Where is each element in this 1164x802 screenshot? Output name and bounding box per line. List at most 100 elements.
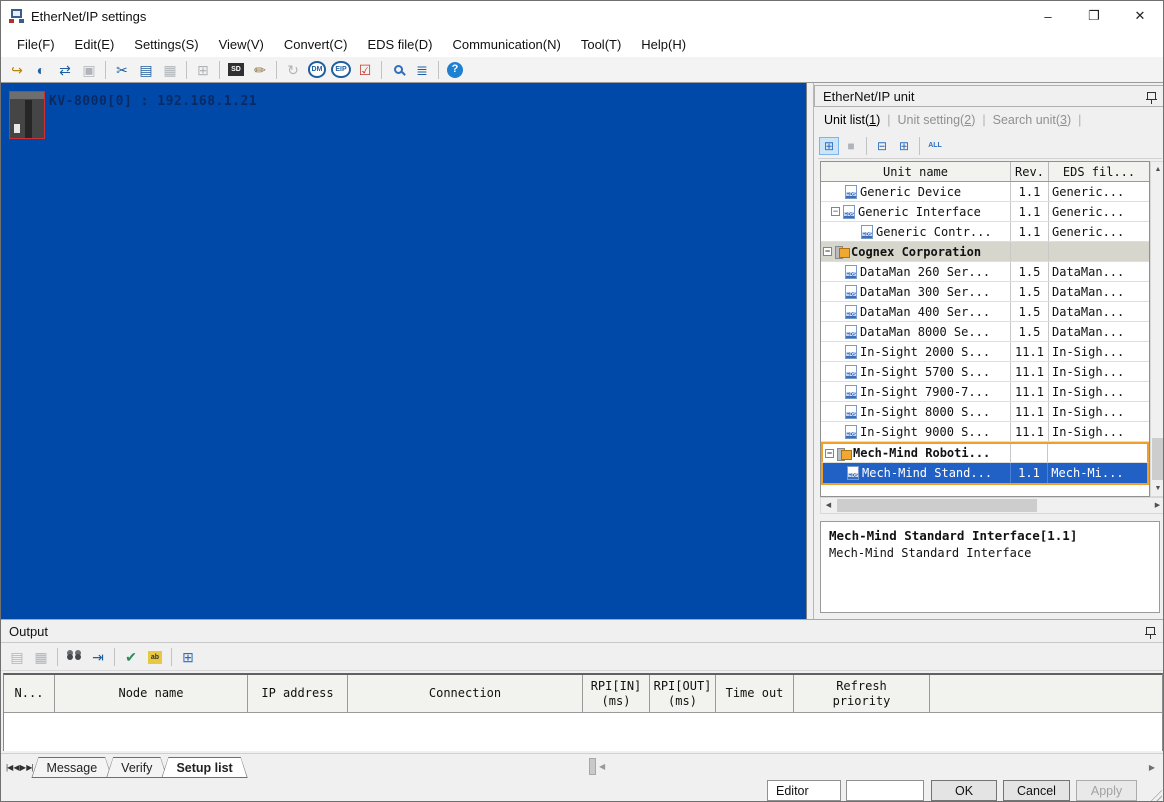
import-unit-icon[interactable]: ↪ <box>6 60 28 80</box>
output-horizontal-scrollbar[interactable]: ◀ <box>589 758 605 775</box>
scroll-down-icon[interactable]: ▼ <box>1151 481 1164 496</box>
unit-row[interactable]: EDSIn-Sight 8000 S...11.1In-Sigh... <box>821 402 1149 422</box>
collapse-icon[interactable]: − <box>831 207 840 216</box>
minimize-button[interactable]: – <box>1025 1 1071 31</box>
menu-file[interactable]: File(F) <box>7 33 65 56</box>
collapse-tree-icon[interactable]: ⊟ <box>872 137 892 155</box>
output-column-rpi-in-[interactable]: RPI[IN] (ms) <box>583 675 650 712</box>
unit-row[interactable]: EDSDataMan 8000 Se...1.5DataMan... <box>821 322 1149 342</box>
output-column-refresh[interactable]: Refresh priority <box>794 675 930 712</box>
unit-row[interactable]: −Cognex Corporation <box>821 242 1149 262</box>
unit-row[interactable]: EDSIn-Sight 5700 S...11.1In-Sigh... <box>821 362 1149 382</box>
menu-view[interactable]: View(V) <box>209 33 274 56</box>
dm-rly-monitor-icon[interactable]: DM <box>306 60 328 80</box>
editor-button[interactable]: Editor <box>767 780 841 801</box>
menu-eds-file[interactable]: EDS file(D) <box>357 33 442 56</box>
scroll-up-icon[interactable]: ▲ <box>1151 162 1164 177</box>
unit-row[interactable]: EDSIn-Sight 2000 S...11.1In-Sigh... <box>821 342 1149 362</box>
unit-editor-canvas[interactable]: KV-8000[0] : 192.168.1.21 <box>1 83 807 619</box>
tab-setup-list[interactable]: Setup list <box>161 757 247 778</box>
jump-to-icon[interactable]: ⇥ <box>87 647 109 667</box>
eip-settings-icon[interactable]: EIP <box>330 60 352 80</box>
unit-name: DataMan 300 Ser... <box>860 285 990 299</box>
unit-config-list-icon[interactable]: ≣ <box>411 60 433 80</box>
scroll-left-icon[interactable]: ◀ <box>599 762 605 771</box>
ok-button[interactable]: OK <box>931 780 997 801</box>
unit-row[interactable]: EDSIn-Sight 7900-7...11.1In-Sigh... <box>821 382 1149 402</box>
tab-unit-list[interactable]: Unit list(1) <box>818 111 886 129</box>
pin-icon[interactable] <box>1147 92 1156 100</box>
transfer-unit-icon[interactable]: ⇄ <box>54 60 76 80</box>
find-icon[interactable] <box>63 647 85 667</box>
unit-row[interactable]: EDSDataMan 260 Ser...1.5DataMan... <box>821 262 1149 282</box>
column-rev[interactable]: Rev. <box>1011 162 1049 181</box>
unit-table-vertical-scrollbar[interactable]: ▲ ▼ <box>1150 161 1164 497</box>
collapse-icon[interactable]: − <box>825 449 834 458</box>
expand-tree-icon[interactable]: ⊞ <box>894 137 914 155</box>
batch-check-icon[interactable]: ab <box>144 647 166 667</box>
menu-settings[interactable]: Settings(S) <box>124 33 208 56</box>
output-grid-body[interactable] <box>4 713 1162 751</box>
scroll-right-icon[interactable]: ▶ <box>1149 763 1155 772</box>
sort-by-registration-icon[interactable]: ⊞ <box>819 137 839 155</box>
cancel-button[interactable]: Cancel <box>1003 780 1070 801</box>
expand-all-icon[interactable]: ALL <box>925 137 945 155</box>
apply-button: Apply <box>1076 780 1137 801</box>
resize-grip[interactable] <box>1148 788 1162 802</box>
tab-message[interactable]: Message <box>31 757 112 778</box>
vertical-scroll-thumb[interactable] <box>1152 438 1164 480</box>
maximize-button[interactable]: ❐ <box>1071 1 1117 31</box>
column-eds-file[interactable]: EDS fil... <box>1049 162 1149 181</box>
blank-field[interactable] <box>846 780 924 801</box>
output-column-blank[interactable] <box>930 675 1162 712</box>
unit-row[interactable]: EDSGeneric Device1.1Generic... <box>821 182 1149 202</box>
column-unit-name[interactable]: Unit name <box>821 162 1011 181</box>
horizontal-scroll-thumb[interactable] <box>837 499 1037 512</box>
tab-unit-setting[interactable]: Unit setting(2) <box>892 111 982 129</box>
close-button[interactable]: ✕ <box>1117 1 1163 31</box>
horizontal-scroll-thumb[interactable] <box>589 758 596 775</box>
copy-icon[interactable]: ▤ <box>135 60 157 80</box>
unit-row[interactable]: EDSIn-Sight 9000 S...11.1In-Sigh... <box>821 422 1149 442</box>
register-check-icon[interactable]: ✔ <box>120 647 142 667</box>
cut-icon[interactable]: ✂ <box>111 60 133 80</box>
output-column-n-[interactable]: N... <box>4 675 55 712</box>
output-column-node-name[interactable]: Node name <box>55 675 248 712</box>
help-icon[interactable]: ? <box>444 60 466 80</box>
pin-icon[interactable] <box>1146 627 1155 635</box>
eds-device-icon: EDS <box>845 185 857 199</box>
kv-8000-device-image[interactable] <box>9 91 45 139</box>
unit-row[interactable]: −Mech-Mind Roboti... <box>821 442 1149 463</box>
toolbar-separator <box>276 61 277 79</box>
menu-convert[interactable]: Convert(C) <box>274 33 358 56</box>
menu-communication[interactable]: Communication(N) <box>442 33 570 56</box>
scroll-left-icon[interactable]: ◀ <box>821 498 836 513</box>
eds-device-icon: EDS <box>845 345 857 359</box>
verify-icon[interactable]: ☑ <box>354 60 376 80</box>
menu-help[interactable]: Help(H) <box>631 33 696 56</box>
unit-row[interactable]: EDSDataMan 300 Ser...1.5DataMan... <box>821 282 1149 302</box>
search-unit-icon[interactable] <box>387 60 409 80</box>
clear-settings-icon[interactable]: ✏ <box>249 60 271 80</box>
unit-monitor-icon[interactable]: ◐ <box>30 60 52 80</box>
tab-search-unit[interactable]: Search unit(3) <box>987 111 1078 129</box>
output-column-ip-address[interactable]: IP address <box>248 675 348 712</box>
output-column-connection[interactable]: Connection <box>348 675 583 712</box>
unit-row[interactable]: EDSDataMan 400 Ser...1.5DataMan... <box>821 302 1149 322</box>
output-column-rpi-out-[interactable]: RPI[OUT] (ms) <box>650 675 716 712</box>
menu-edit[interactable]: Edit(E) <box>65 33 125 56</box>
collapse-icon[interactable]: − <box>823 247 832 256</box>
table-view-icon[interactable]: ⊞ <box>177 647 199 667</box>
unit-row[interactable]: EDSMech-Mind Stand...1.1Mech-Mi... <box>821 463 1149 485</box>
toolbar-separator <box>114 648 115 666</box>
menu-tool[interactable]: Tool(T) <box>571 33 631 56</box>
unit-row[interactable]: EDSGeneric Contr...1.1Generic... <box>821 222 1149 242</box>
tab-verify[interactable]: Verify <box>106 757 167 778</box>
tab-nav-arrows[interactable]: |◀ ◀ ▶ ▶| <box>1 763 37 778</box>
unit-table-horizontal-scrollbar[interactable]: ◀ ▶ <box>820 497 1164 514</box>
unit-row[interactable]: −EDSGeneric Interface1.1Generic... <box>821 202 1149 222</box>
sd-card-settings-icon[interactable]: SD <box>225 60 247 80</box>
output-column-time-out[interactable]: Time out <box>716 675 794 712</box>
unit-name: In-Sight 5700 S... <box>860 365 990 379</box>
scroll-right-icon[interactable]: ▶ <box>1150 498 1164 513</box>
